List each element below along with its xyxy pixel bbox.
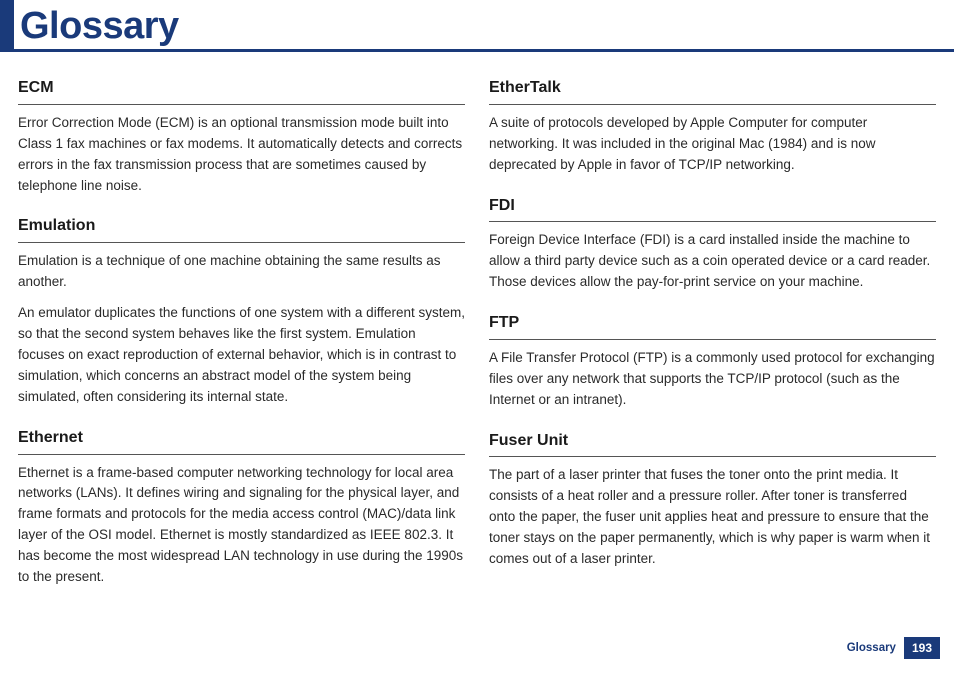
page-title: Glossary (20, 7, 179, 49)
glossary-paragraph: Error Correction Mode (ECM) is an option… (18, 113, 465, 197)
glossary-entry: Emulation Emulation is a technique of one… (18, 214, 465, 407)
glossary-definition: The part of a laser printer that fuses t… (489, 465, 936, 570)
title-accent-bar (0, 0, 14, 49)
glossary-entry: Ethernet Ethernet is a frame-based comput… (18, 426, 465, 588)
glossary-definition: Emulation is a technique of one machine … (18, 251, 465, 407)
glossary-paragraph: An emulator duplicates the functions of … (18, 303, 465, 408)
glossary-definition: A File Transfer Protocol (FTP) is a comm… (489, 348, 936, 411)
glossary-term: Ethernet (18, 426, 465, 455)
glossary-definition: Error Correction Mode (ECM) is an option… (18, 113, 465, 197)
glossary-entry: FTP A File Transfer Protocol (FTP) is a c… (489, 311, 936, 411)
glossary-paragraph: Emulation is a technique of one machine … (18, 251, 465, 293)
glossary-paragraph: A suite of protocols developed by Apple … (489, 113, 936, 176)
left-column: ECM Error Correction Mode (ECM) is an opt… (18, 76, 465, 606)
glossary-paragraph: The part of a laser printer that fuses t… (489, 465, 936, 570)
title-row: Glossary (0, 0, 954, 52)
footer-section-label: Glossary (847, 642, 896, 654)
glossary-entry: Fuser Unit The part of a laser printer th… (489, 429, 936, 570)
right-column: EtherTalk A suite of protocols developed … (489, 76, 936, 606)
glossary-paragraph: Ethernet is a frame-based computer netwo… (18, 463, 465, 589)
glossary-term: Fuser Unit (489, 429, 936, 458)
glossary-term: Emulation (18, 214, 465, 243)
glossary-definition: A suite of protocols developed by Apple … (489, 113, 936, 176)
glossary-entry: FDI Foreign Device Interface (FDI) is a c… (489, 194, 936, 294)
page-number: 193 (904, 637, 940, 659)
glossary-definition: Ethernet is a frame-based computer netwo… (18, 463, 465, 589)
glossary-entry: EtherTalk A suite of protocols developed … (489, 76, 936, 176)
glossary-paragraph: A File Transfer Protocol (FTP) is a comm… (489, 348, 936, 411)
glossary-term: EtherTalk (489, 76, 936, 105)
glossary-term: ECM (18, 76, 465, 105)
glossary-paragraph: Foreign Device Interface (FDI) is a card… (489, 230, 936, 293)
glossary-definition: Foreign Device Interface (FDI) is a card… (489, 230, 936, 293)
glossary-term: FTP (489, 311, 936, 340)
glossary-entry: ECM Error Correction Mode (ECM) is an opt… (18, 76, 465, 196)
page-footer: Glossary 193 (847, 637, 940, 659)
glossary-term: FDI (489, 194, 936, 223)
content-columns: ECM Error Correction Mode (ECM) is an opt… (0, 76, 954, 606)
